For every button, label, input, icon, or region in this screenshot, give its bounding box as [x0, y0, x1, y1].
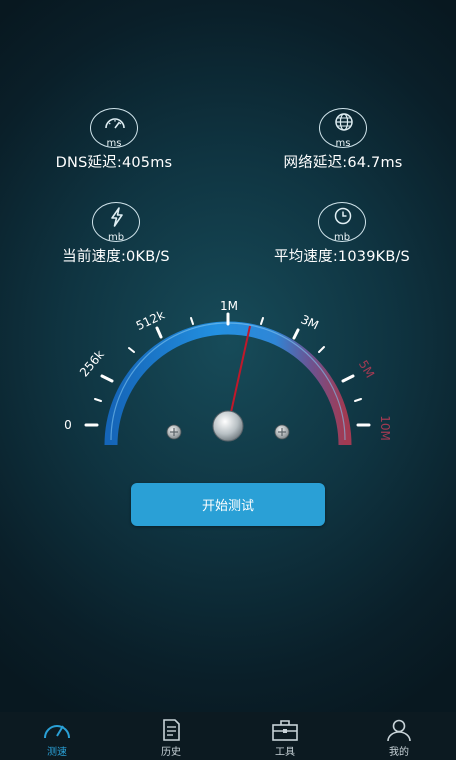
average-speed-stat: mb 平均速度:1039KB/S — [268, 202, 416, 266]
tick-minor — [128, 347, 135, 353]
dns-latency-stat: ms DNS延迟:405ms — [52, 108, 176, 172]
network-latency-label: 网络延迟:64.7ms — [283, 155, 403, 171]
current-icon-circle: mb — [92, 202, 140, 243]
tick-minor — [190, 317, 194, 325]
scale-label-10m: 10M — [378, 415, 392, 441]
scale-label-1m: 1M — [220, 299, 238, 313]
tab-label: 我的 — [389, 747, 409, 758]
current-speed-stat: mb 当前速度:0KB/S — [55, 202, 177, 266]
tick-minor — [94, 398, 102, 402]
dns-icon-circle: ms — [90, 108, 138, 149]
speedometer-icon — [105, 118, 125, 129]
globe-icon — [335, 113, 353, 131]
gauge-knob — [212, 410, 244, 442]
speedometer-icon — [44, 725, 70, 739]
clock-icon — [334, 207, 352, 225]
dns-latency-label: DNS延迟:405ms — [55, 155, 173, 171]
lightning-icon — [111, 207, 123, 227]
scale-label-3m: 3M — [299, 312, 321, 332]
tab-label: 工具 — [275, 747, 295, 758]
network-latency-stat: ms 网络延迟:64.7ms — [277, 108, 409, 172]
scale-label-5m: 5M — [356, 358, 377, 381]
tab-tools[interactable]: 工具 — [228, 712, 342, 760]
document-icon — [163, 719, 180, 741]
tab-label: 历史 — [161, 747, 181, 758]
tick-5m — [341, 374, 355, 383]
person-icon — [387, 719, 411, 742]
tab-label: 测速 — [47, 747, 67, 758]
tick-512k — [155, 326, 163, 339]
tab-history[interactable]: 历史 — [114, 712, 228, 760]
tick-3m — [292, 328, 300, 340]
bottom-tab-bar: 测速 历史 工具 我的 — [0, 712, 456, 760]
average-unit: mb — [333, 232, 351, 243]
speed-gauge: 0 256k 512k 1M 3M 5M 10M — [64, 299, 392, 446]
network-unit: ms — [335, 138, 351, 149]
network-icon-circle: ms — [319, 108, 367, 149]
scale-label-0: 0 — [64, 418, 72, 432]
start-test-button[interactable]: 开始测试 — [131, 483, 325, 526]
scale-label-512k: 512k — [134, 308, 167, 333]
dns-unit: ms — [106, 138, 122, 149]
current-unit: mb — [107, 232, 125, 243]
tick-256k — [100, 374, 114, 383]
toolbox-icon — [272, 720, 298, 741]
tab-speed-test[interactable]: 测速 — [0, 712, 114, 760]
tick-minor — [260, 317, 264, 325]
tab-profile[interactable]: 我的 — [342, 712, 456, 760]
tick-minor — [354, 398, 362, 402]
average-icon-circle: mb — [318, 202, 366, 243]
tick-minor — [318, 346, 325, 353]
